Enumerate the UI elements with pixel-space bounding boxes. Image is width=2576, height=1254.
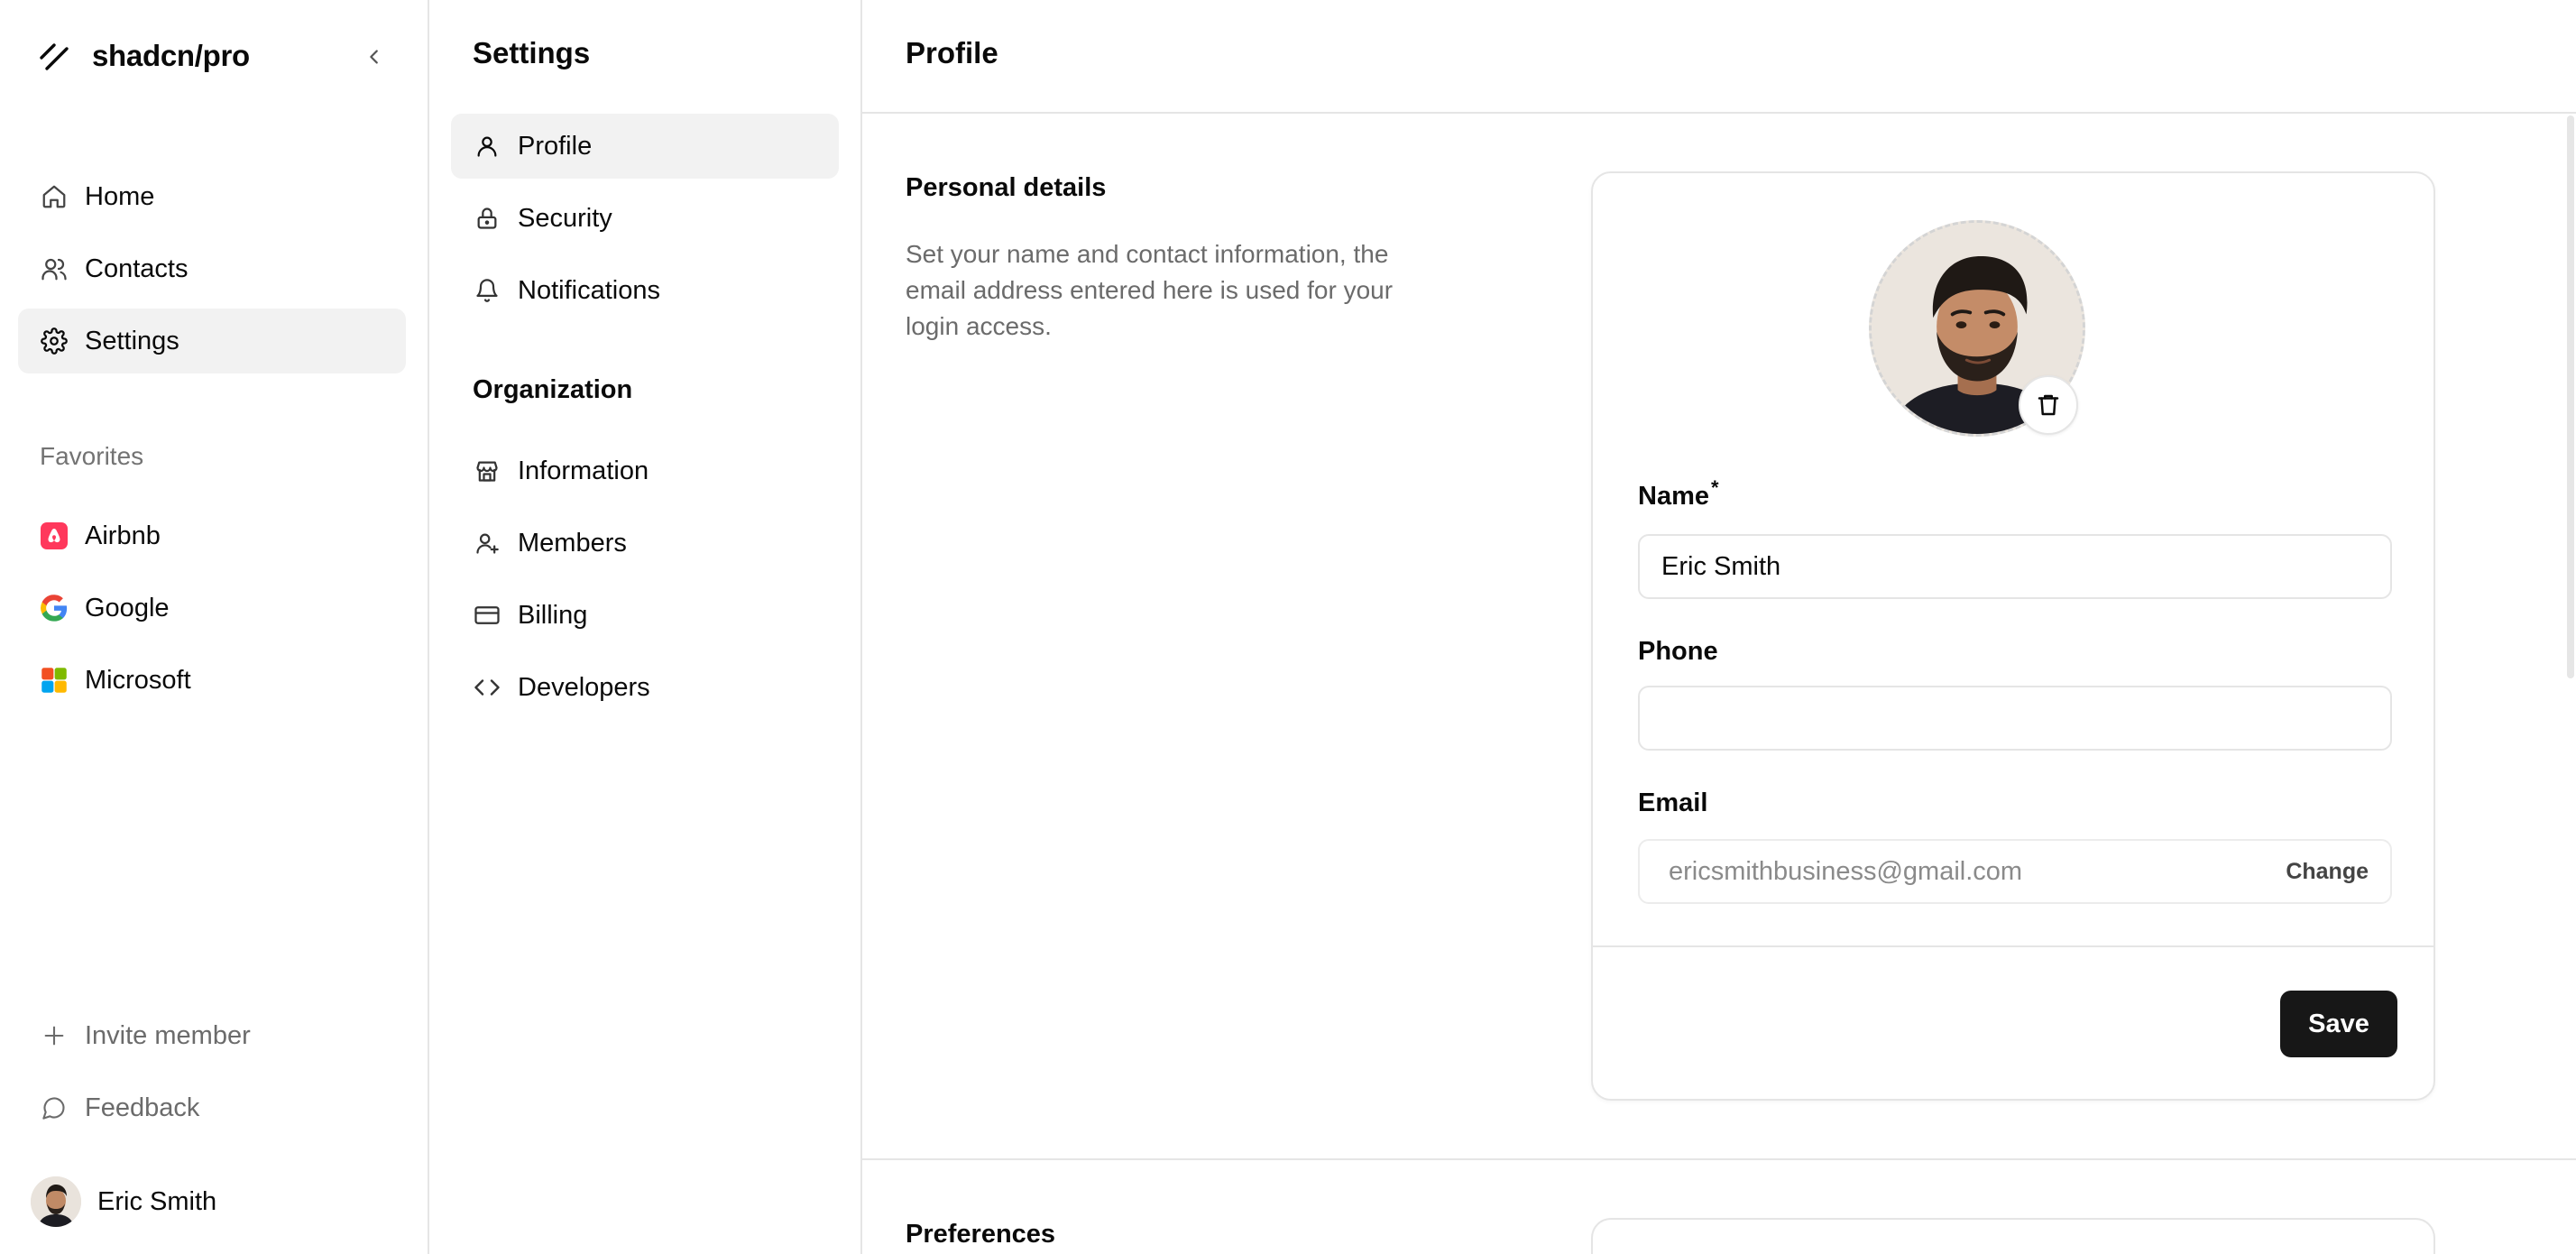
invite-member-button[interactable]: Invite member — [18, 1003, 406, 1068]
logo-icon — [36, 38, 72, 74]
store-icon — [473, 456, 501, 485]
sidebar-item-label: Home — [85, 181, 155, 211]
avatar-upload[interactable] — [1869, 220, 2085, 437]
required-indicator: * — [1711, 476, 1719, 499]
personal-details-card: Name* Phone Email ericsmithbusiness@gmai… — [1591, 171, 2435, 1101]
name-input[interactable] — [1638, 534, 2392, 599]
credit-card-icon — [473, 601, 501, 630]
feedback-button[interactable]: Feedback — [18, 1075, 406, 1140]
user-name: Eric Smith — [97, 1186, 217, 1216]
preferences-card — [1591, 1218, 2435, 1254]
settings-nav-label: Developers — [518, 672, 650, 702]
app-sidebar: shadcn/pro Home Contacts Settings Favori… — [0, 0, 429, 1254]
message-icon — [40, 1093, 69, 1122]
phone-input[interactable] — [1638, 686, 2392, 751]
invite-member-label: Invite member — [85, 1020, 251, 1050]
user-plus-icon — [473, 529, 501, 558]
sidebar-item-label: Settings — [85, 326, 179, 355]
email-value: ericsmithbusiness@gmail.com — [1669, 856, 2023, 886]
settings-nav-item-members[interactable]: Members — [451, 511, 839, 576]
gear-icon — [40, 327, 69, 355]
brand-name: shadcn/pro — [92, 39, 250, 72]
personal-details-description: Set your name and contact information, t… — [906, 240, 1394, 340]
trash-icon — [2038, 394, 2059, 416]
settings-nav-label: Notifications — [518, 275, 660, 305]
main-header: Profile — [862, 0, 2576, 114]
settings-nav-item-billing[interactable]: Billing — [451, 583, 839, 648]
settings-nav-label: Security — [518, 203, 612, 233]
plus-icon — [40, 1021, 69, 1050]
card-divider — [1593, 945, 2433, 947]
settings-nav-item-notifications[interactable]: Notifications — [451, 258, 839, 323]
sidebar-item-home[interactable]: Home — [18, 164, 406, 229]
scrollbar[interactable] — [2567, 115, 2574, 678]
user-icon — [473, 132, 501, 161]
change-email-button[interactable]: Change — [2286, 859, 2369, 885]
airbnb-icon — [40, 521, 69, 550]
sidebar-item-label: Airbnb — [85, 521, 161, 550]
sidebar-item-label: Google — [85, 593, 170, 622]
sidebar-item-airbnb[interactable]: Airbnb — [18, 503, 406, 568]
settings-nav-item-information[interactable]: Information — [451, 438, 839, 503]
favorites-heading: Favorites — [40, 442, 144, 470]
brand[interactable]: shadcn/pro — [36, 34, 250, 78]
google-icon — [40, 594, 69, 622]
user-menu[interactable]: Eric Smith — [31, 1175, 216, 1229]
name-label: Name* — [1638, 476, 1719, 512]
sidebar-item-microsoft[interactable]: Microsoft — [18, 648, 406, 713]
code-icon — [473, 673, 501, 702]
sidebar-item-contacts[interactable]: Contacts — [18, 236, 406, 301]
settings-nav-label: Profile — [518, 131, 593, 161]
email-label: Email — [1638, 788, 1708, 817]
save-button[interactable]: Save — [2280, 991, 2397, 1057]
name-label-text: Name — [1638, 482, 1709, 511]
sidebar-item-google[interactable]: Google — [18, 576, 406, 641]
settings-nav-label: Members — [518, 528, 627, 558]
home-icon — [40, 182, 69, 211]
organization-heading: Organization — [473, 375, 633, 404]
settings-nav-item-security[interactable]: Security — [451, 186, 839, 251]
microsoft-icon — [40, 666, 69, 695]
settings-nav-title: Settings — [473, 36, 591, 69]
settings-nav-item-profile[interactable]: Profile — [451, 114, 839, 179]
users-icon — [40, 254, 69, 283]
page-title: Profile — [906, 36, 998, 69]
section-divider — [862, 1158, 2576, 1160]
settings-nav-item-developers[interactable]: Developers — [451, 655, 839, 720]
preferences-heading: Preferences — [906, 1220, 1056, 1249]
delete-avatar-button[interactable] — [2019, 375, 2078, 435]
sidebar-item-settings[interactable]: Settings — [18, 309, 406, 373]
bell-icon — [473, 276, 501, 305]
phone-label: Phone — [1638, 637, 1718, 666]
sidebar-item-label: Contacts — [85, 254, 189, 283]
avatar — [31, 1176, 81, 1227]
personal-details-heading: Personal details — [906, 173, 1107, 202]
settings-nav-label: Information — [518, 456, 649, 485]
email-field: ericsmithbusiness@gmail.com Change — [1638, 839, 2392, 904]
feedback-label: Feedback — [85, 1093, 200, 1122]
collapse-sidebar-button[interactable] — [357, 40, 391, 74]
lock-icon — [473, 204, 501, 233]
chevron-left-icon — [370, 50, 378, 64]
main-content: Profile Personal details Set your name a… — [862, 0, 2576, 1254]
sidebar-item-label: Microsoft — [85, 665, 191, 695]
settings-nav: Settings Profile Security Notifications … — [429, 0, 862, 1254]
settings-nav-label: Billing — [518, 600, 588, 630]
